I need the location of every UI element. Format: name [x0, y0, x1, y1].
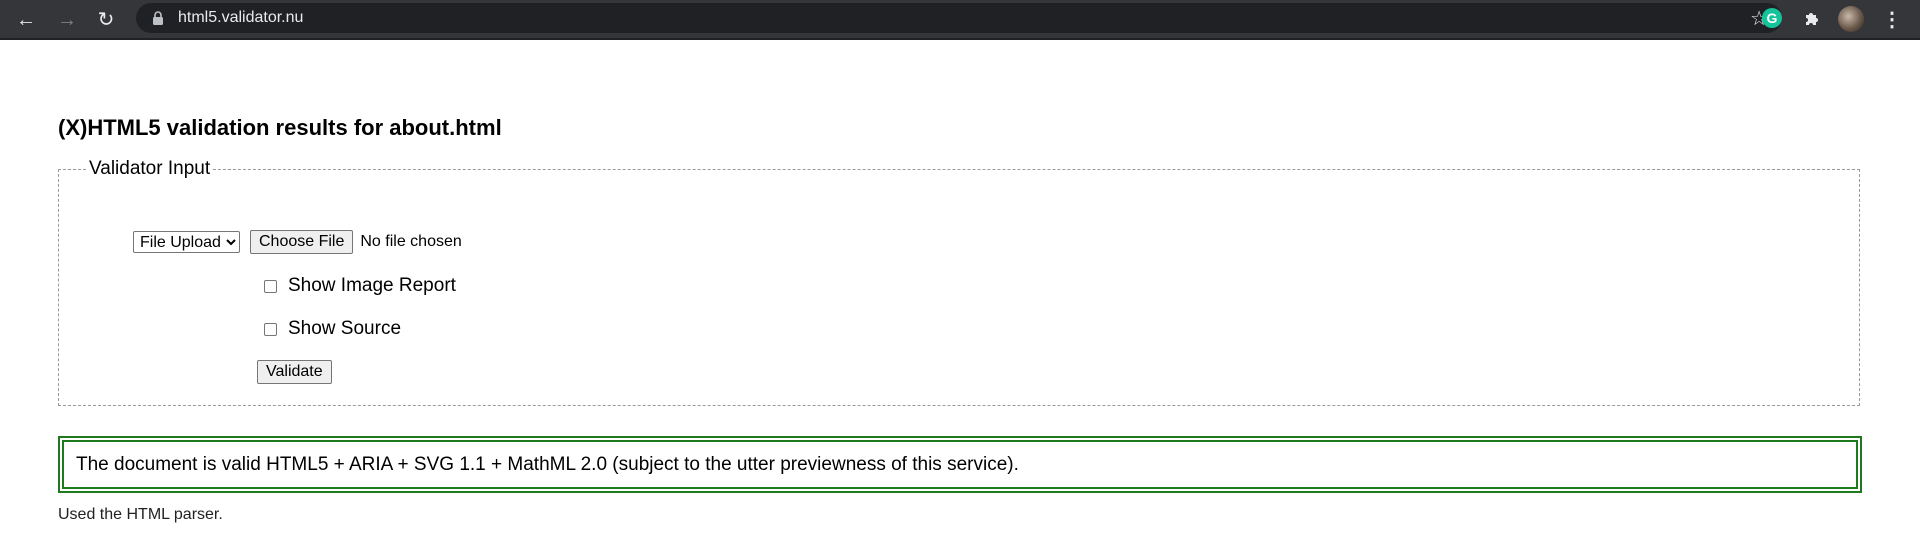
choose-file-button[interactable]: Choose File	[250, 230, 354, 254]
validate-row: Validate	[257, 360, 332, 384]
validate-button[interactable]: Validate	[257, 360, 332, 384]
show-image-report-checkbox[interactable]	[264, 279, 277, 293]
success-message-box: The document is valid HTML5 + ARIA + SVG…	[58, 436, 1862, 493]
show-image-report-row[interactable]: Show Image Report	[264, 275, 456, 297]
validator-input-fieldset: Validator Input File Upload Choose File …	[58, 158, 1860, 406]
back-icon[interactable]: ←	[12, 6, 40, 34]
parser-note: Used the HTML parser.	[58, 506, 223, 523]
forward-icon[interactable]: →	[53, 6, 81, 34]
grammarly-label: G	[1766, 10, 1778, 26]
back-icon-glyph: ←	[16, 9, 36, 31]
browser-toolbar: ← → ↻ html5.validator.nu ☆ G ⋮	[0, 0, 1920, 40]
show-source-row[interactable]: Show Source	[264, 318, 401, 340]
input-mode-select[interactable]: File Upload	[133, 231, 240, 253]
menu-kebab-icon[interactable]: ⋮	[1880, 7, 1904, 31]
file-upload-row: File Upload Choose File No file chosen	[133, 230, 462, 254]
address-bar[interactable]: html5.validator.nu ☆	[136, 3, 1782, 33]
success-message: The document is valid HTML5 + ARIA + SVG…	[76, 454, 1019, 475]
puzzle-icon-svg	[1806, 13, 1818, 25]
reload-icon[interactable]: ↻	[92, 6, 120, 34]
page-content: (X)HTML5 validation results for about.ht…	[0, 40, 1920, 542]
no-file-chosen-text: No file chosen	[360, 233, 462, 250]
profile-avatar[interactable]	[1838, 6, 1864, 32]
forward-icon-glyph: →	[57, 9, 77, 31]
show-source-label[interactable]: Show Source	[288, 318, 401, 340]
lock-icon[interactable]	[152, 11, 164, 25]
menu-glyph: ⋮	[1882, 8, 1902, 31]
show-image-report-label[interactable]: Show Image Report	[288, 275, 456, 297]
url-text[interactable]: html5.validator.nu	[178, 9, 303, 27]
validator-input-legend: Validator Input	[89, 158, 211, 179]
page-title: (X)HTML5 validation results for about.ht…	[58, 115, 502, 140]
reload-icon-glyph: ↻	[97, 9, 115, 31]
extensions-puzzle-icon[interactable]	[1800, 7, 1824, 31]
grammarly-extension-icon[interactable]: G	[1762, 8, 1782, 28]
show-source-checkbox[interactable]	[264, 322, 277, 336]
